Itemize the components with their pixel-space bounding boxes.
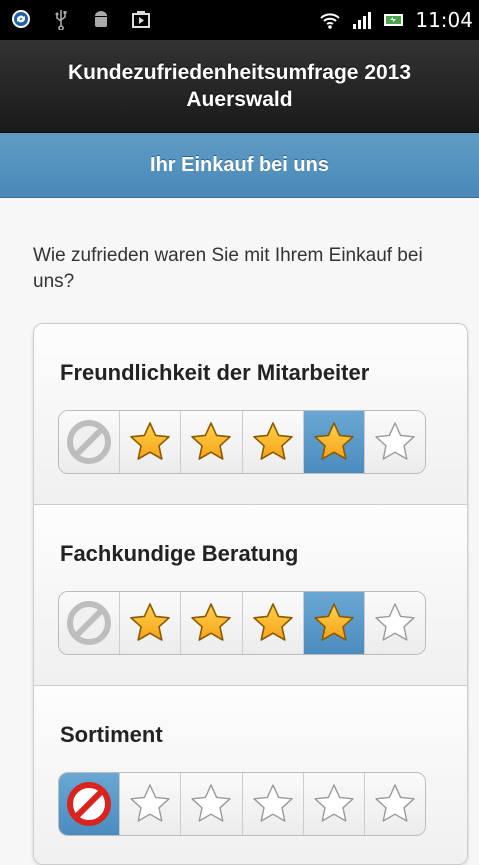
rating-star-button-4[interactable] [303,592,365,654]
cancel-icon [66,419,112,465]
status-bar: 11:04 [0,0,479,40]
star-rating [58,591,426,655]
section-title: Ihr Einkauf bei uns [150,153,329,176]
rating-star-button-2[interactable] [181,592,243,654]
rating-card: Freundlichkeit der Mitarbeiter Fachkundi… [33,323,468,865]
section-header: Ihr Einkauf bei uns [0,133,479,198]
battery-icon [383,9,405,31]
rating-item-label: Freundlichkeit der Mitarbeiter [60,360,370,385]
cancel-icon [66,781,112,827]
star-empty-icon [372,600,418,646]
android-debug-icon [90,8,112,30]
rating-star-button-4[interactable] [303,773,365,835]
rating-item-label: Fachkundige Beratung [60,541,299,566]
star-empty-icon [250,781,296,827]
star-empty-icon [372,419,418,465]
rating-star-button-3[interactable] [242,411,304,473]
star-rating [58,772,426,836]
sync-icon [10,8,32,30]
rating-cancel-button[interactable] [59,411,121,473]
rating-star-button-2[interactable] [181,773,243,835]
page-subtitle: Auerswald [186,88,293,111]
rating-star-button-2[interactable] [181,411,243,473]
rating-cancel-button[interactable] [59,773,121,835]
rating-star-button-1[interactable] [120,592,182,654]
app-header: Kundezufriedenheitsumfrage 2013 Auerswal… [0,40,479,133]
rating-item-label: Sortiment [60,722,163,747]
question-text: Wie zufrieden waren Sie mit Ihrem Einkau… [33,245,423,292]
star-rating [58,410,426,474]
rating-star-button-5[interactable] [364,411,425,473]
rating-item-beratung: Fachkundige Beratung [34,505,467,686]
rating-item-sortiment: Sortiment [34,686,467,864]
star-empty-icon [188,781,234,827]
rating-star-button-5[interactable] [364,773,425,835]
signal-icon [351,9,373,31]
star-filled-icon [250,600,296,646]
rating-star-button-3[interactable] [242,592,304,654]
rating-star-button-5[interactable] [364,592,425,654]
star-filled-icon [311,419,357,465]
star-filled-icon [311,600,357,646]
star-filled-icon [127,600,173,646]
page-title: Kundezufriedenheitsumfrage 2013 [67,61,412,84]
rating-item-freundlichkeit: Freundlichkeit der Mitarbeiter [34,324,467,505]
play-store-icon [130,8,152,30]
star-filled-icon [188,419,234,465]
star-empty-icon [311,781,357,827]
clock: 11:04 [415,8,473,32]
star-filled-icon [188,600,234,646]
rating-star-button-1[interactable] [120,773,182,835]
rating-cancel-button[interactable] [59,592,121,654]
rating-star-button-4[interactable] [303,411,365,473]
wifi-icon [319,9,341,31]
rating-star-button-3[interactable] [242,773,304,835]
usb-icon [50,8,72,31]
cancel-icon [66,600,112,646]
star-empty-icon [127,781,173,827]
rating-star-button-1[interactable] [120,411,182,473]
star-empty-icon [372,781,418,827]
star-filled-icon [250,419,296,465]
star-filled-icon [127,419,173,465]
